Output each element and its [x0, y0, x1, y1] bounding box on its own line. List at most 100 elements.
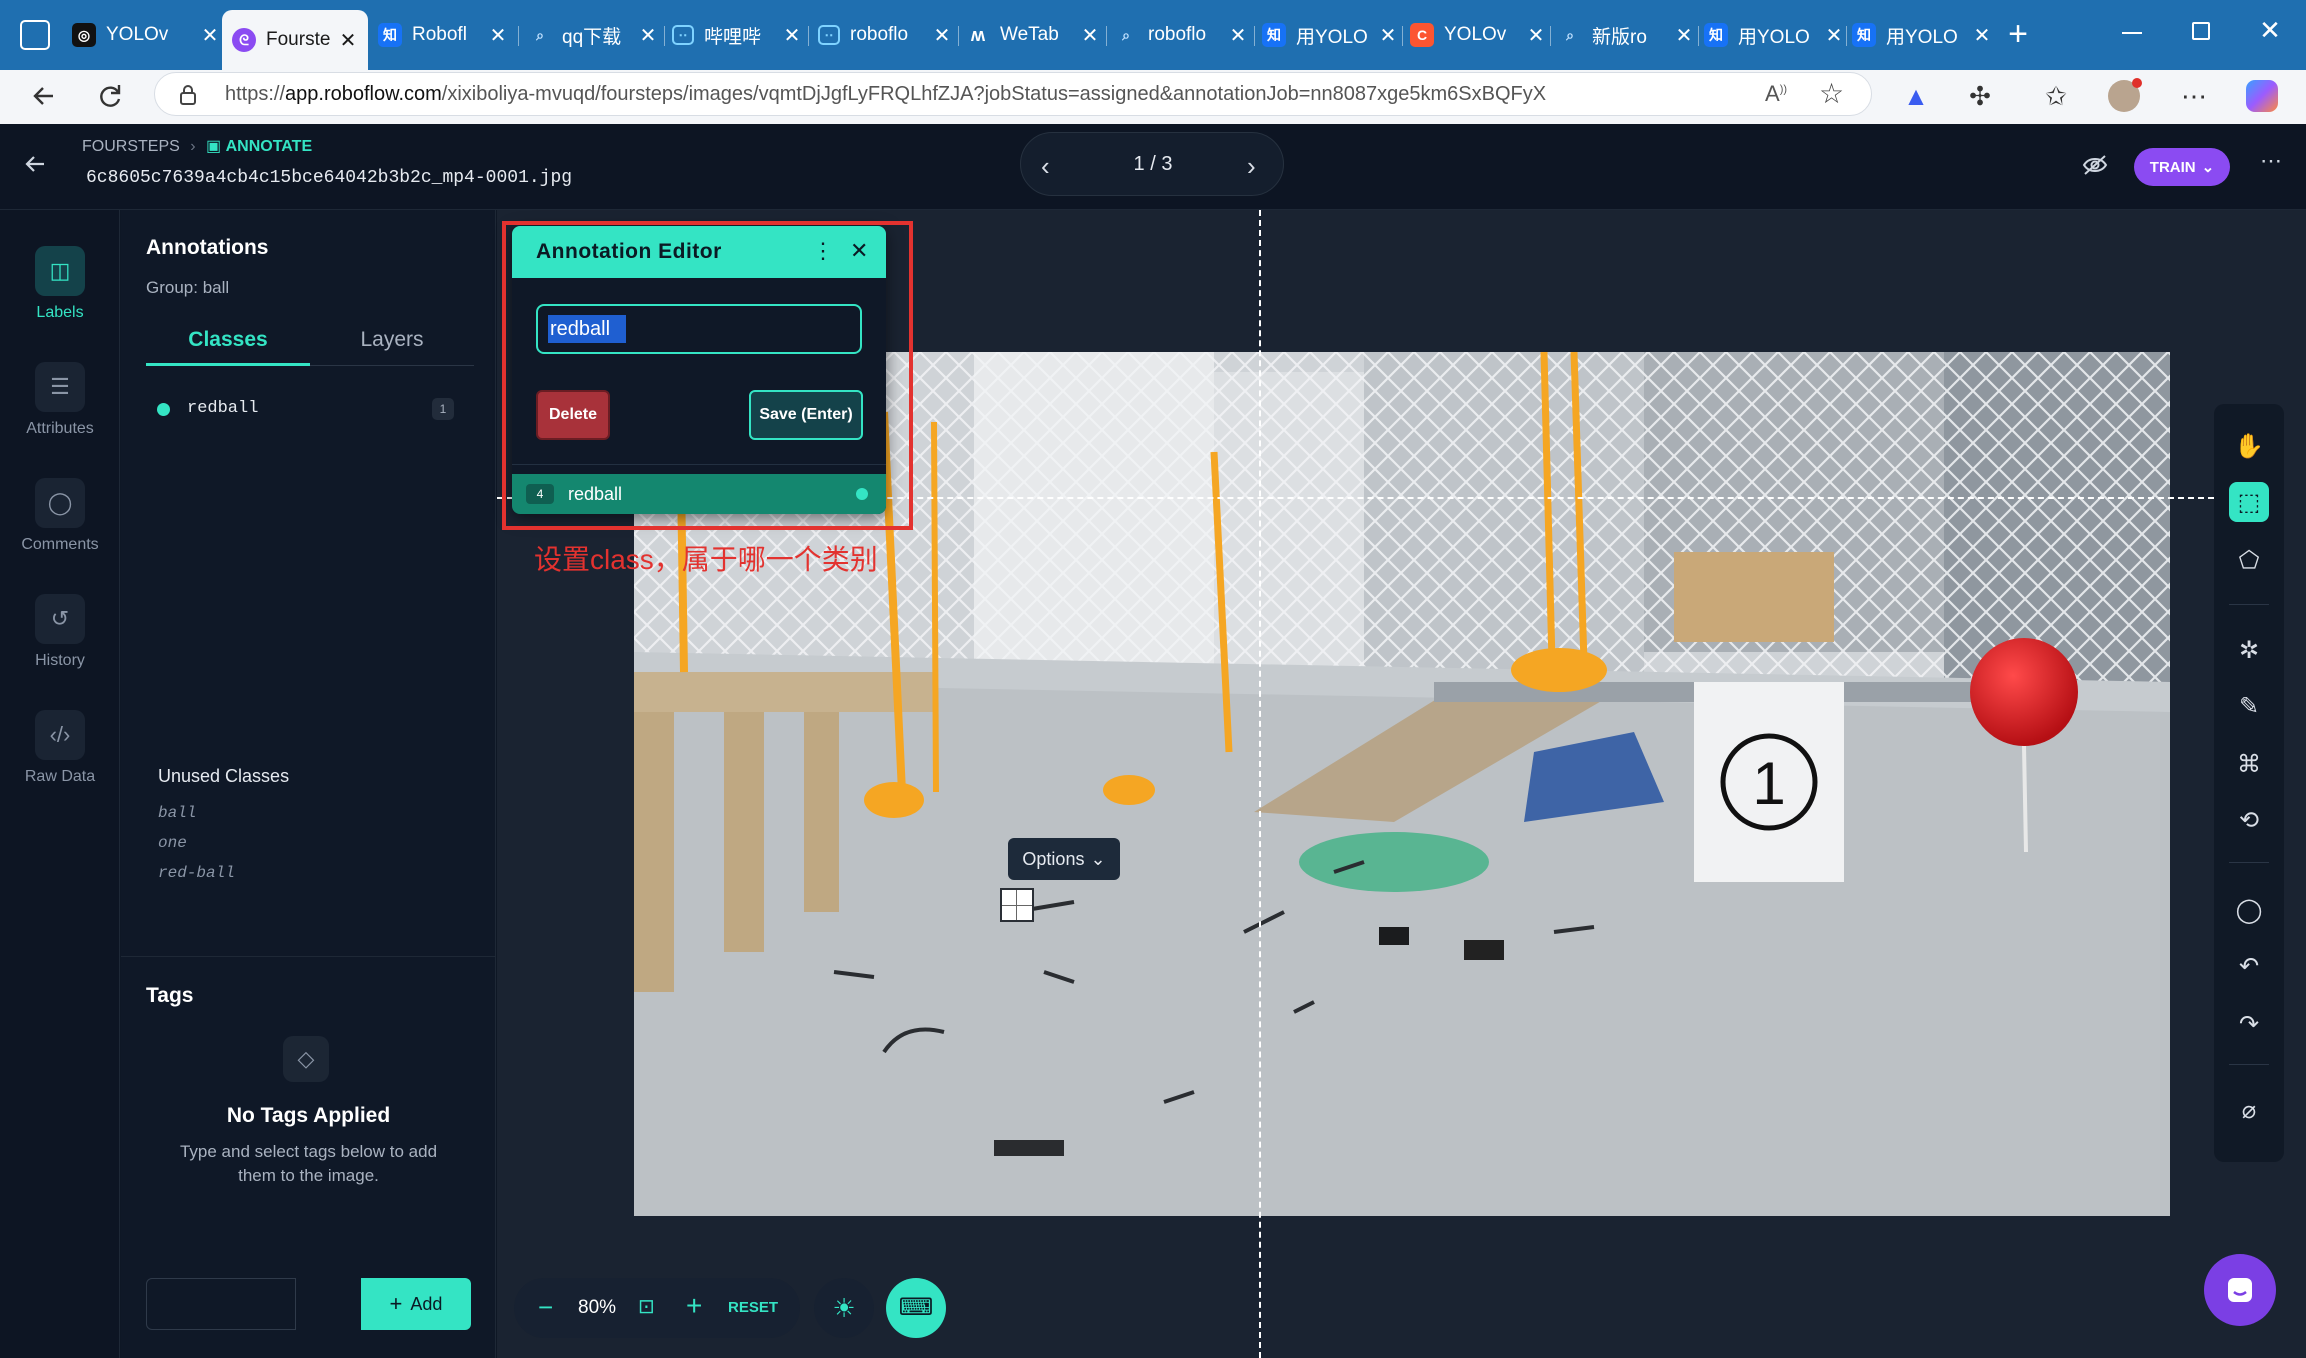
close-icon[interactable]: ✕ — [782, 23, 802, 48]
close-icon[interactable]: ✕ — [1378, 23, 1398, 48]
search-icon: ⌕ — [1566, 26, 1574, 43]
more-icon[interactable]: ⋯ — [2174, 76, 2214, 116]
keyboard-shortcuts-button[interactable]: ⌨ — [886, 1278, 946, 1338]
history-icon: ↺ — [35, 594, 85, 644]
close-icon[interactable]: ✕ — [488, 23, 508, 48]
train-button[interactable]: TRAIN ⌄ — [2134, 148, 2230, 186]
zoom-reset-button[interactable]: RESET — [728, 1299, 778, 1316]
close-icon[interactable]: ✕ — [1824, 23, 1844, 48]
close-icon[interactable]: ✕ — [1228, 23, 1248, 48]
bounding-box-tool-icon[interactable]: ⬚ — [2229, 482, 2269, 522]
unused-class-item[interactable]: ball — [158, 804, 196, 822]
tag-input[interactable] — [146, 1278, 296, 1330]
reload-icon[interactable] — [90, 76, 130, 116]
close-icon[interactable]: ✕ — [1080, 23, 1100, 48]
left-rail: ◫ Labels ☰ Attributes ◯ Comments ↺ Histo… — [0, 210, 120, 1358]
close-icon[interactable]: ✕ — [932, 23, 952, 48]
extensions-icon[interactable]: ✣ — [1960, 76, 2000, 116]
repeat-icon[interactable]: ⟲ — [2229, 800, 2269, 840]
tab-classes[interactable]: Classes — [146, 314, 310, 366]
rail-labels[interactable]: ◫ Labels — [0, 246, 120, 322]
window-close-icon[interactable]: ✕ — [2252, 12, 2288, 48]
class-count-badge: 1 — [432, 398, 454, 420]
zoom-in-icon[interactable]: + — [686, 1290, 702, 1322]
bounding-box-handle[interactable] — [1000, 888, 1034, 922]
unused-classes-title: Unused Classes — [158, 766, 290, 786]
favorites-icon[interactable]: ✩ — [2036, 76, 2076, 116]
undo-icon[interactable]: ↶ — [2229, 946, 2269, 986]
null-icon[interactable]: ⌀ — [2229, 1090, 2269, 1130]
no-tags-title: No Tags Applied — [226, 1104, 391, 1127]
svg-text:1: 1 — [1752, 750, 1785, 817]
browser-tab[interactable]: 知用YOLO ✕ — [1262, 12, 1398, 58]
tab-actions-icon[interactable] — [20, 20, 50, 50]
zoom-out-icon[interactable]: − — [538, 1292, 553, 1323]
browser-tab[interactable]: ◎ YOLOv ✕ — [72, 12, 220, 58]
hide-annotations-icon[interactable] — [2082, 154, 2108, 181]
browser-tab[interactable]: 知 Robofl ✕ — [378, 12, 508, 58]
tab-layers[interactable]: Layers — [310, 314, 474, 366]
browser-tab[interactable]: ⌕ 新版ro ✕ — [1558, 12, 1694, 58]
close-icon[interactable]: ✕ — [1526, 23, 1546, 48]
annotation-note: 设置class，属于哪一个类别 — [534, 544, 878, 575]
code-icon: ‹/› — [35, 710, 85, 760]
back-icon[interactable] — [24, 76, 64, 116]
browser-tab-active[interactable]: ᘓ Fourste ✕ — [222, 10, 368, 70]
rail-comments[interactable]: ◯ Comments — [0, 478, 120, 554]
browser-tab[interactable]: ⌕ qq下载 ✕ — [528, 12, 658, 58]
browser-tab[interactable]: ʍ WeTab ✕ — [966, 12, 1100, 58]
address-bar[interactable]: https://app.roboflow.com/xixiboliya-mvuq… — [154, 72, 1872, 116]
lock-zoom-icon[interactable]: ⊡ — [638, 1294, 655, 1319]
unused-class-item[interactable]: one — [158, 834, 187, 852]
class-row[interactable]: redball 1 — [157, 394, 477, 424]
rail-attributes[interactable]: ☰ Attributes — [0, 362, 120, 438]
extension-a-icon[interactable]: ▲ — [1896, 76, 1936, 116]
browser-tab[interactable]: C YOLOv ✕ — [1410, 12, 1546, 58]
tag-icon: ◇ — [283, 1036, 329, 1082]
browser-tab[interactable]: ⋅⋅ roboflo ✕ — [818, 12, 952, 58]
browser-tab[interactable]: 知用YOLO ✕ — [1704, 12, 1844, 58]
close-icon[interactable]: ✕ — [1674, 23, 1694, 48]
add-tag-button[interactable]: + Add — [361, 1278, 471, 1330]
maximize-icon[interactable] — [2192, 22, 2210, 40]
url-text[interactable]: https://app.roboflow.com/xixiboliya-mvuq… — [225, 83, 1546, 106]
zoom-value: 80% — [578, 1297, 617, 1318]
breadcrumb-separator-icon: › — [190, 138, 196, 155]
comment-icon[interactable]: ◯ — [2229, 890, 2269, 930]
new-tab-icon[interactable]: + — [2000, 16, 2036, 52]
browser-tab[interactable]: ⋅⋅ 哔哩哔 ✕ — [672, 12, 802, 58]
close-icon[interactable]: ✕ — [200, 23, 220, 48]
divider — [2229, 604, 2269, 605]
keypoint-tool-icon[interactable]: ⌘ — [2229, 744, 2269, 784]
close-icon[interactable]: ✕ — [638, 23, 658, 48]
close-icon[interactable]: ✕ — [1972, 23, 1992, 48]
close-icon[interactable]: ✕ — [338, 28, 358, 53]
smart-select-icon[interactable]: ✲ — [2229, 630, 2269, 670]
class-name: redball — [187, 399, 259, 418]
browser-tab[interactable]: ⌕ roboflo ✕ — [1114, 12, 1248, 58]
lock-icon[interactable] — [179, 84, 197, 111]
rail-raw-data[interactable]: ‹/› Raw Data — [0, 710, 120, 786]
next-image-icon[interactable]: › — [1247, 151, 1256, 182]
brightness-button[interactable]: ☀ — [814, 1278, 874, 1338]
more-options-icon[interactable]: ⋯ — [2260, 148, 2282, 174]
read-aloud-icon[interactable]: A)) — [1765, 81, 1787, 107]
zhihu-icon: 知 — [1704, 23, 1728, 47]
class-color-dot — [157, 403, 170, 416]
redo-icon[interactable]: ↷ — [2229, 1004, 2269, 1044]
profile-avatar[interactable] — [2108, 78, 2142, 112]
magic-wand-icon[interactable]: ✎ — [2229, 686, 2269, 726]
favorite-star-icon[interactable]: ☆ — [1819, 77, 1844, 110]
copilot-icon[interactable] — [2246, 80, 2278, 112]
pan-hand-icon[interactable]: ✋ — [2229, 426, 2269, 466]
chat-support-button[interactable] — [2204, 1254, 2276, 1326]
rail-history[interactable]: ↺ History — [0, 594, 120, 670]
back-arrow-icon[interactable] — [24, 154, 46, 179]
browser-tab[interactable]: 知用YOLO ✕ — [1852, 12, 1992, 58]
breadcrumb-project[interactable]: FOURSTEPS — [82, 138, 180, 155]
unused-class-item[interactable]: red-ball — [158, 864, 235, 882]
options-button[interactable]: Options ⌄ — [1008, 838, 1120, 880]
annotations-panel: Annotations Group: ball Classes Layers r… — [121, 210, 496, 1358]
polygon-tool-icon[interactable]: ⬠ — [2229, 540, 2269, 580]
minimize-icon[interactable] — [2122, 32, 2142, 34]
